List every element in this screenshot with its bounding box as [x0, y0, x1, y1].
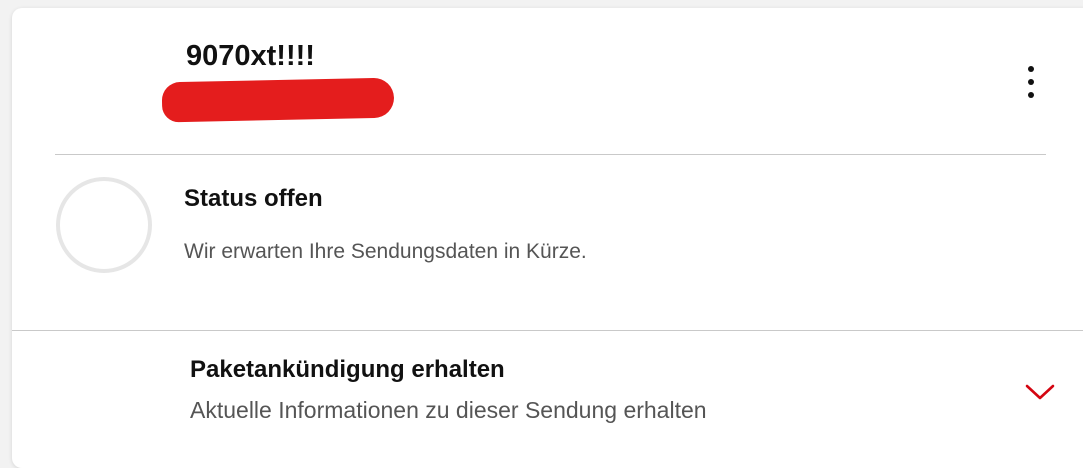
more-vertical-icon-dot — [1028, 79, 1034, 85]
status-description: Wir erwarten Ihre Sendungsdaten in Kürze… — [184, 240, 587, 263]
notification-subtitle: Aktuelle Informationen zu dieser Sendung… — [190, 397, 707, 423]
divider — [55, 154, 1046, 155]
more-vertical-icon-dot — [1028, 92, 1034, 98]
divider — [12, 330, 1083, 331]
status-title: Status offen — [184, 185, 323, 212]
more-vertical-icon — [1028, 66, 1034, 72]
progress-ring-icon — [56, 177, 152, 273]
more-options-button[interactable] — [1020, 64, 1044, 100]
redaction-mark — [161, 77, 395, 123]
tracking-number: 9070xt!!!! — [186, 40, 315, 72]
shipment-card: 9070xt!!!! Status offen Wir erwarten Ihr… — [12, 8, 1083, 468]
notification-title[interactable]: Paketankündigung erhalten — [190, 356, 505, 384]
chevron-down-icon[interactable] — [1024, 382, 1056, 402]
